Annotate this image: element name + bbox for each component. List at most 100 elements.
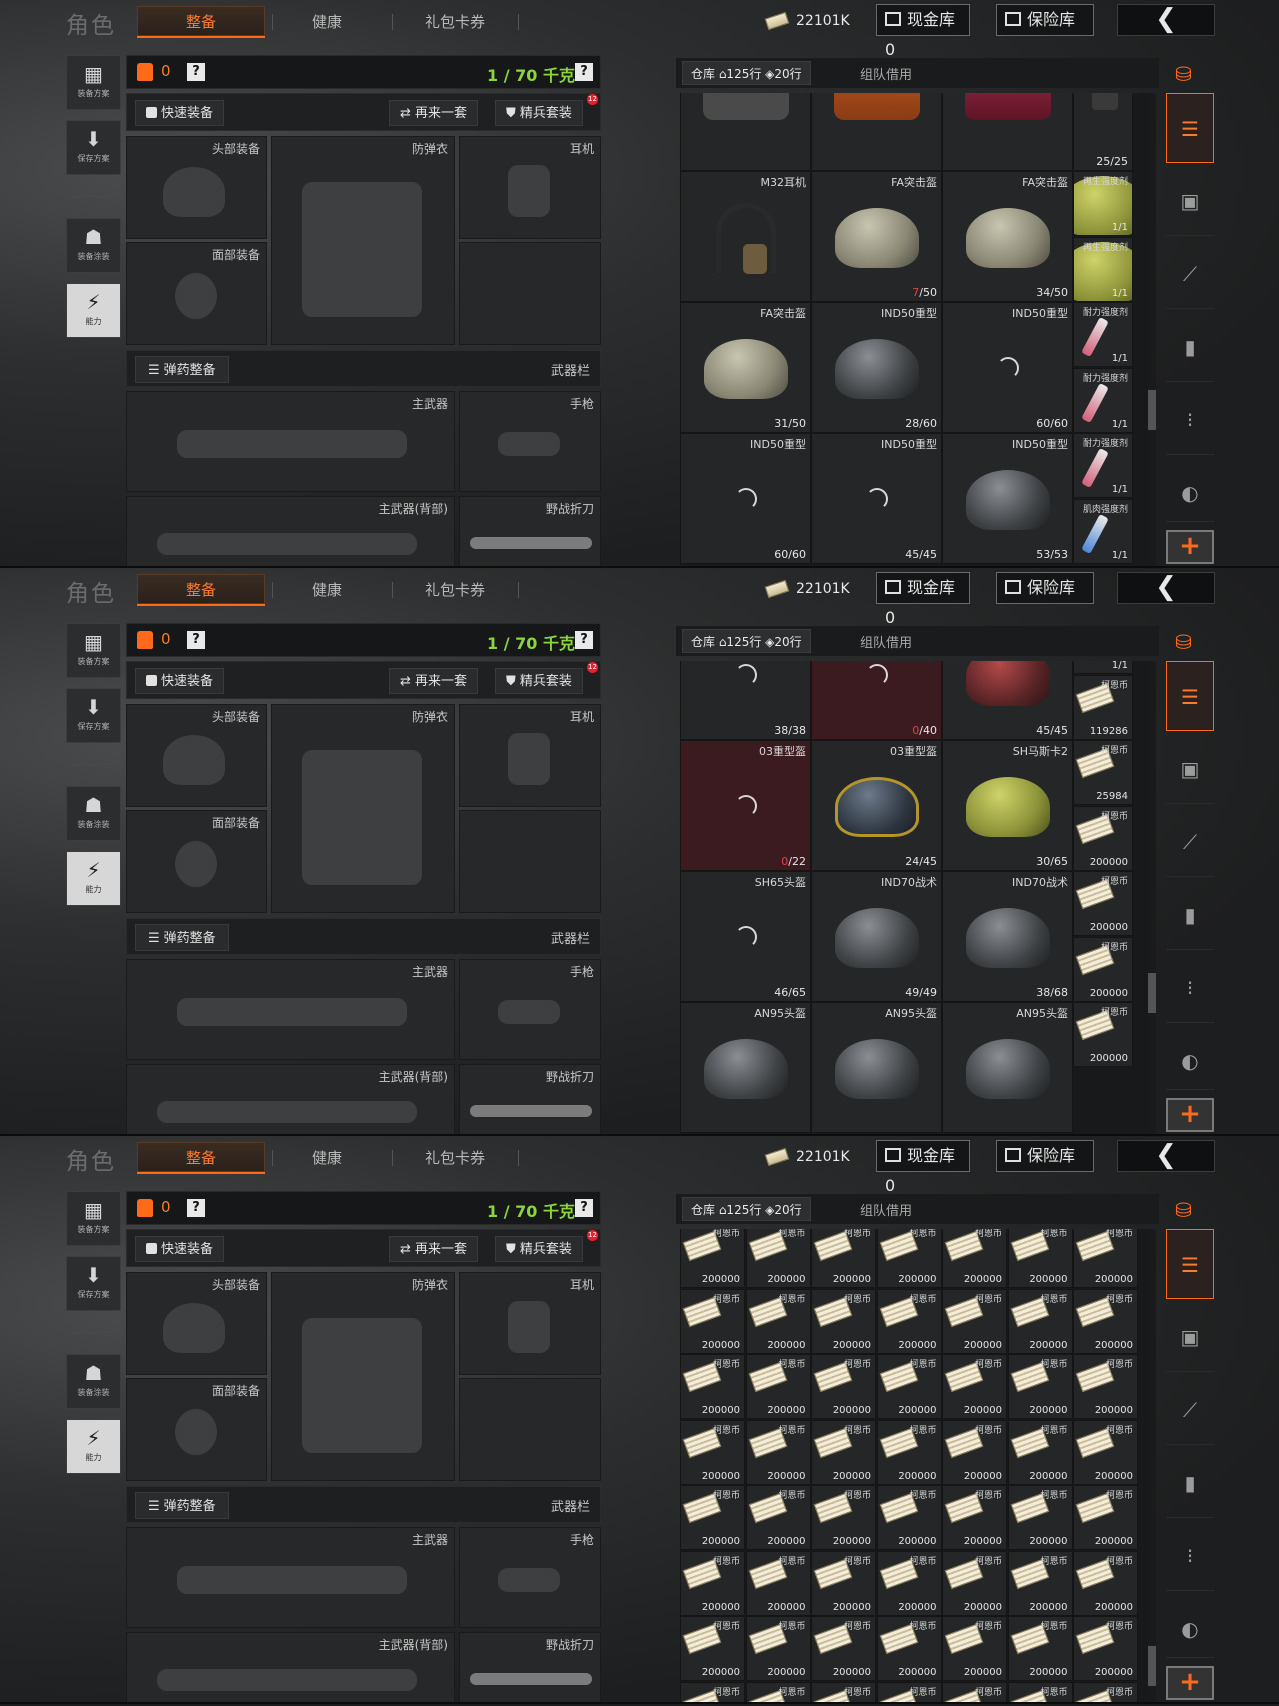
inventory-item[interactable]: 柯恩币200000 <box>680 1229 745 1288</box>
loadout-plan-button[interactable]: ▦ 装备方案 <box>66 55 121 110</box>
filter-weapon-button[interactable]: ⟋ <box>1166 1375 1214 1445</box>
inventory-item[interactable]: 柯恩币200000 <box>942 1485 1007 1550</box>
inventory-item[interactable]: 再生强度剂 1/1 <box>1073 236 1133 302</box>
extra-slot[interactable] <box>459 810 601 913</box>
cash-vault-button[interactable]: 现金库 0 <box>876 4 970 59</box>
filter-misc-button[interactable]: ◐ <box>1166 1594 1214 1658</box>
repeat-set-button[interactable]: ⇄ 再来一套 <box>389 668 479 694</box>
armor-slot[interactable]: 防弹衣 <box>271 704 455 913</box>
inventory-item[interactable]: 柯恩币200000 <box>811 1681 876 1704</box>
extra-slot[interactable] <box>459 1378 601 1481</box>
back-button[interactable]: ❮ <box>1117 4 1215 36</box>
inventory-item[interactable]: 柯恩币200000 <box>811 1229 876 1288</box>
ability-button[interactable]: ⚡ 能力 <box>66 1419 121 1474</box>
filter-misc-button[interactable]: ◐ <box>1166 458 1214 522</box>
inventory-item[interactable]: IND50重型 53/53 <box>942 433 1073 564</box>
ability-button[interactable]: ⚡ 能力 <box>66 851 121 906</box>
safe-button[interactable]: 保险库 <box>996 1140 1094 1172</box>
filter-magazine-button[interactable]: ▮ <box>1166 312 1214 382</box>
main-back-slot[interactable]: 主武器(背部) <box>126 1632 455 1704</box>
help-button[interactable]: ? <box>187 631 205 649</box>
inventory-item[interactable]: FA突击盔 31/50 <box>680 302 811 433</box>
filter-all-button[interactable]: ☰ <box>1166 661 1214 731</box>
inventory-item[interactable]: 柯恩币200000 <box>811 1419 876 1485</box>
inventory-item[interactable]: 柯恩币200000 <box>1007 1419 1073 1485</box>
inventory-item[interactable]: FA突击盔 7/50 <box>811 171 942 302</box>
inventory-item[interactable]: IND50重型 60/60 <box>942 302 1073 433</box>
elite-set-button[interactable]: ⛊ 精兵套装 <box>495 1236 583 1262</box>
inventory-item[interactable]: 柯恩币200000 <box>1007 1288 1073 1354</box>
sort-icon[interactable]: ⛁ <box>1175 62 1192 86</box>
inventory-item[interactable]: 柯恩币200000 <box>876 1681 942 1704</box>
inventory-item[interactable]: 柯恩币200000 <box>1073 1419 1138 1485</box>
ear-slot[interactable]: 耳机 <box>459 704 601 807</box>
filter-magazine-button[interactable]: ▮ <box>1166 1448 1214 1518</box>
inventory-item[interactable]: 03重型盔 0/22 <box>680 740 811 871</box>
face-slot[interactable]: 面部装备 <box>126 810 267 913</box>
inventory-item[interactable]: 柯恩币200000 <box>811 1354 876 1419</box>
inventory-item[interactable]: 柯恩币200000 <box>1073 1681 1138 1704</box>
tab-health[interactable]: 健康 <box>282 6 372 38</box>
quick-equip-button[interactable]: 快速装备 <box>135 1236 225 1262</box>
main-back-slot[interactable]: 主武器(背部) <box>126 496 455 568</box>
sort-icon[interactable]: ⛁ <box>1175 630 1192 654</box>
scrollbar-thumb[interactable] <box>1148 973 1156 1013</box>
weight-help-button[interactable]: ? <box>575 63 593 81</box>
inventory-item[interactable] <box>680 93 811 171</box>
warehouse-tab[interactable]: 仓库 ⌂125行 ◈20行 <box>682 61 811 85</box>
inventory-item[interactable]: 03重型盔45/45 <box>942 661 1073 740</box>
inventory-item[interactable]: 柯恩币200000 <box>1073 1229 1138 1288</box>
inventory-item[interactable]: 柯恩币200000 <box>680 1681 745 1704</box>
inventory-item[interactable]: 柯恩币200000 <box>1007 1616 1073 1681</box>
tab-gift-cards[interactable]: 礼包卡券 <box>400 1142 510 1174</box>
repeat-set-button[interactable]: ⇄ 再来一套 <box>389 100 479 126</box>
paint-button[interactable]: ☗ 装备涂装 <box>66 1354 121 1409</box>
inventory-item[interactable]: 柯恩币200000 <box>876 1229 942 1288</box>
tab-maintenance[interactable]: 整备 <box>137 1142 265 1174</box>
tab-health[interactable]: 健康 <box>282 574 372 606</box>
pistol-slot[interactable]: 手枪 <box>459 1527 601 1628</box>
inventory-item[interactable]: 柯恩币200000 <box>680 1550 745 1616</box>
face-slot[interactable]: 面部装备 <box>126 242 267 345</box>
team-borrow-tab[interactable]: 组队借用 <box>860 632 912 651</box>
inventory-item[interactable]: 柯恩币200000 <box>942 1229 1007 1288</box>
scrollbar-thumb[interactable] <box>1148 1646 1156 1686</box>
inventory-item[interactable]: 柯恩币200000 <box>1073 1616 1138 1681</box>
head-slot[interactable]: 头部装备 <box>126 136 267 239</box>
head-slot[interactable]: 头部装备 <box>126 1272 267 1375</box>
inventory-item[interactable]: 柯恩币200000 <box>745 1485 811 1550</box>
main-weapon-slot[interactable]: 主武器 <box>126 391 455 492</box>
quick-equip-button[interactable]: 快速装备 <box>135 100 225 126</box>
inventory-item[interactable]: 柯恩币200000 <box>1073 1288 1138 1354</box>
tab-gift-cards[interactable]: 礼包卡券 <box>400 6 510 38</box>
inventory-item[interactable]: 25/25 <box>1073 93 1133 171</box>
inventory-item[interactable]: 柯恩币200000 <box>811 1616 876 1681</box>
safe-button[interactable]: 保险库 <box>996 4 1094 36</box>
save-plan-button[interactable]: ⬇ 保存方案 <box>66 1256 121 1311</box>
inventory-item[interactable]: 耐力强度剂 1/1 <box>1073 433 1133 498</box>
loadout-plan-button[interactable]: ▦ 装备方案 <box>66 1191 121 1246</box>
add-button[interactable]: + <box>1166 530 1214 564</box>
elite-set-button[interactable]: ⛊ 精兵套装 <box>495 668 583 694</box>
warehouse-scrollbar[interactable] <box>1148 1229 1156 1704</box>
filter-weapon-button[interactable]: ⟋ <box>1166 239 1214 309</box>
inventory-item[interactable]: IND70战术 38/68 <box>942 871 1073 1002</box>
inventory-item[interactable]: 柯恩币200000 <box>680 1485 745 1550</box>
paint-button[interactable]: ☗ 装备涂装 <box>66 218 121 273</box>
inventory-item[interactable]: 柯恩币200000 <box>745 1550 811 1616</box>
inventory-item[interactable]: 柯恩币200000 <box>942 1550 1007 1616</box>
sort-icon[interactable]: ⛁ <box>1175 1198 1192 1222</box>
ear-slot[interactable]: 耳机 <box>459 136 601 239</box>
inventory-item[interactable]: 柯恩币 25984 <box>1073 740 1133 805</box>
inventory-item[interactable]: 03重型盔38/38 <box>680 661 811 740</box>
inventory-item[interactable]: 柯恩币200000 <box>680 1288 745 1354</box>
ability-button[interactable]: ⚡ 能力 <box>66 283 121 338</box>
inventory-item[interactable]: FA突击盔 34/50 <box>942 171 1073 302</box>
inventory-item[interactable]: AN95头盔 <box>680 1002 811 1133</box>
cash-vault-button[interactable]: 现金库 0 <box>876 572 970 627</box>
back-button[interactable]: ❮ <box>1117 572 1215 604</box>
inventory-item[interactable]: 柯恩币200000 <box>942 1681 1007 1704</box>
inventory-item[interactable]: AN95头盔 <box>942 1002 1073 1133</box>
inventory-item[interactable]: 柯恩币200000 <box>745 1354 811 1419</box>
back-button[interactable]: ❮ <box>1117 1140 1215 1172</box>
